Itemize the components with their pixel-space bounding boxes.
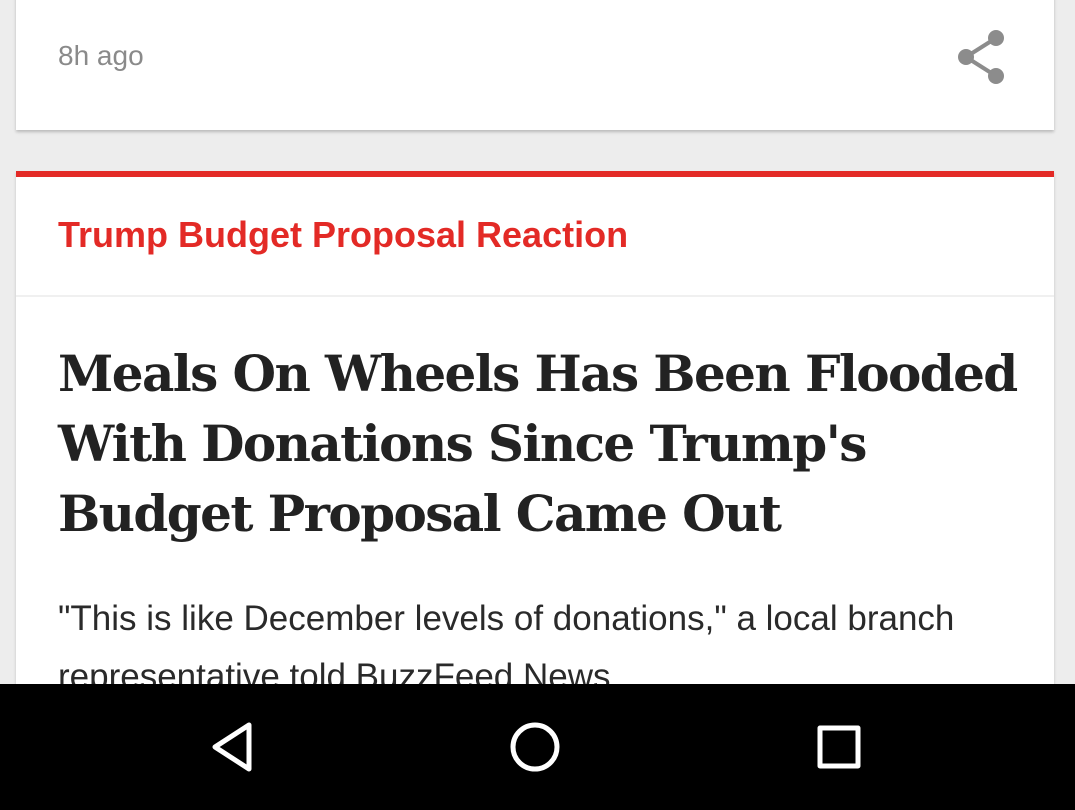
topic-header[interactable]: Trump Budget Proposal Reaction bbox=[16, 177, 1054, 297]
back-triangle-icon bbox=[212, 722, 252, 772]
recents-button[interactable] bbox=[809, 717, 869, 777]
story-card[interactable]: Trump Budget Proposal Reaction Meals On … bbox=[16, 171, 1054, 684]
back-button[interactable] bbox=[203, 717, 263, 777]
topic-title: Trump Budget Proposal Reaction bbox=[58, 214, 629, 255]
feed-viewport[interactable]: 8h ago Trump Budget Proposal Reaction Me… bbox=[0, 0, 1075, 684]
story-headline[interactable]: Meals On Wheels Has Been Flooded With Do… bbox=[58, 339, 1018, 549]
story-timestamp: 8h ago bbox=[58, 40, 144, 71]
share-button[interactable] bbox=[954, 28, 1008, 86]
android-navigation-bar bbox=[0, 684, 1075, 810]
story-dek: "This is like December levels of donatio… bbox=[58, 599, 955, 684]
home-circle-icon bbox=[510, 722, 560, 772]
previous-story-card[interactable]: 8h ago bbox=[16, 0, 1054, 130]
share-icon bbox=[958, 30, 1004, 84]
home-button[interactable] bbox=[505, 717, 565, 777]
recents-square-icon bbox=[817, 725, 861, 769]
